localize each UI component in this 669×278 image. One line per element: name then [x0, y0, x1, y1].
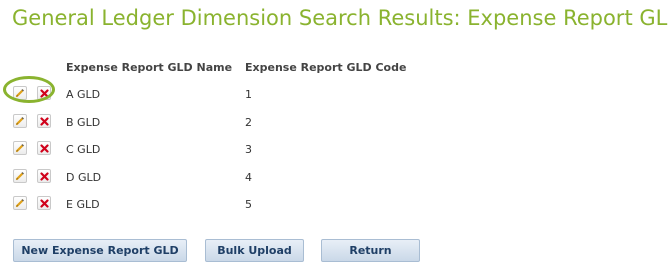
- column-header-name: Expense Report GLD Name: [66, 61, 233, 74]
- gld-code: 2: [245, 116, 252, 129]
- column-header-code: Expense Report GLD Code: [245, 61, 407, 74]
- bulk-upload-button[interactable]: Bulk Upload: [205, 239, 304, 262]
- new-expense-report-gld-button[interactable]: New Expense Report GLD: [13, 239, 187, 262]
- edit-button[interactable]: [13, 86, 27, 100]
- edit-button[interactable]: [13, 196, 27, 210]
- delete-button[interactable]: [37, 141, 51, 155]
- gld-code: 1: [245, 88, 252, 101]
- page-title: General Ledger Dimension Search Results:…: [12, 6, 669, 30]
- red-x-icon: [39, 171, 49, 181]
- gld-name: E GLD: [66, 198, 100, 211]
- edit-button[interactable]: [13, 169, 27, 183]
- delete-button[interactable]: [37, 196, 51, 210]
- pencil-icon: [15, 199, 24, 208]
- gld-name: A GLD: [66, 88, 101, 101]
- table-row: B GLD 2: [0, 114, 669, 142]
- red-x-icon: [39, 143, 49, 153]
- table-row: E GLD 5: [0, 196, 669, 224]
- delete-button[interactable]: [37, 114, 51, 128]
- pencil-icon: [15, 172, 24, 181]
- return-button[interactable]: Return: [321, 239, 420, 262]
- gld-name: B GLD: [66, 116, 101, 129]
- gld-name: D GLD: [66, 171, 102, 184]
- table-row: D GLD 4: [0, 169, 669, 197]
- gld-name: C GLD: [66, 143, 101, 156]
- table-row: A GLD 1: [0, 86, 669, 114]
- gld-code: 4: [245, 171, 252, 184]
- pencil-icon: [15, 144, 24, 153]
- pencil-icon: [15, 117, 24, 126]
- gld-code: 3: [245, 143, 252, 156]
- delete-button[interactable]: [37, 169, 51, 183]
- red-x-icon: [39, 88, 49, 98]
- red-x-icon: [39, 116, 49, 126]
- edit-button[interactable]: [13, 141, 27, 155]
- edit-button[interactable]: [13, 114, 27, 128]
- delete-button[interactable]: [37, 86, 51, 100]
- table-row: C GLD 3: [0, 141, 669, 169]
- gld-code: 5: [245, 198, 252, 211]
- pencil-icon: [15, 89, 24, 98]
- red-x-icon: [39, 198, 49, 208]
